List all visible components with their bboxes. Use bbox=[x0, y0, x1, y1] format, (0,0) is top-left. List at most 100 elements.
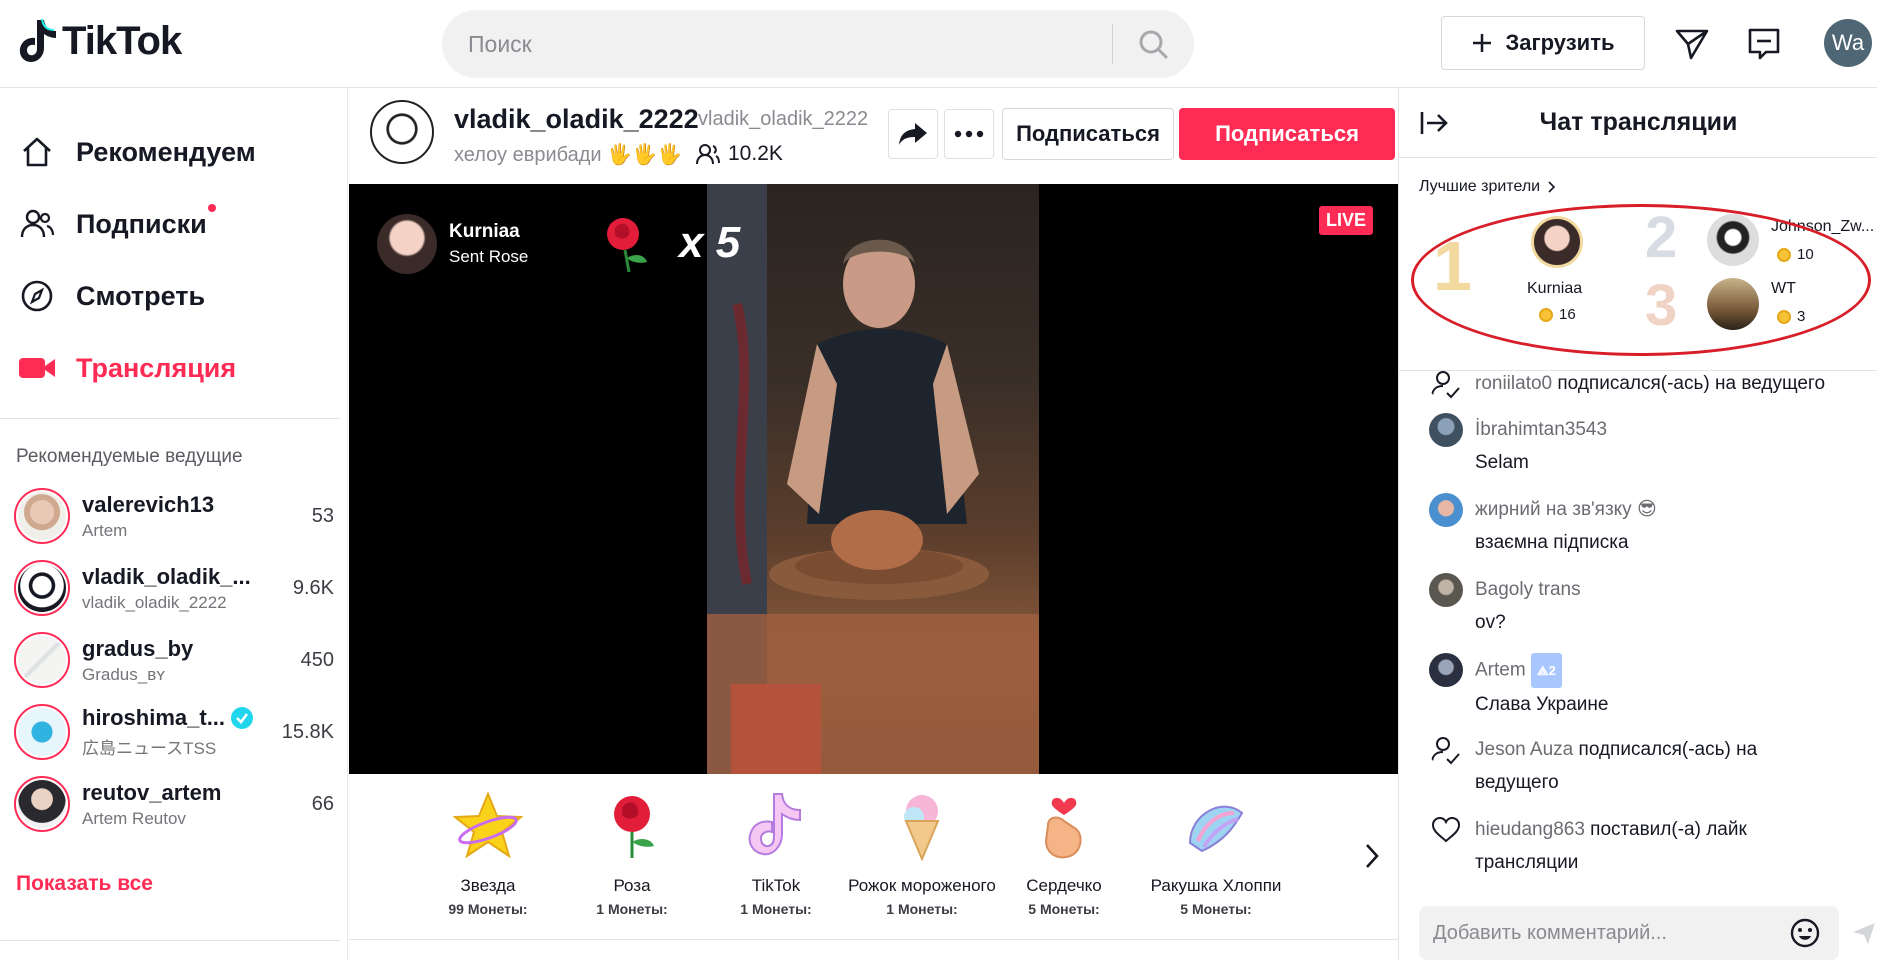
compass-icon bbox=[18, 277, 56, 315]
gift-price: 1 Монеты: bbox=[596, 901, 668, 917]
host-item[interactable]: gradus_by Gradus_ʙʏ 450 bbox=[14, 628, 334, 692]
fan-level-badge: ⟁2 bbox=[1530, 653, 1562, 688]
inbox-button[interactable] bbox=[1742, 22, 1786, 66]
gift-price: 5 Монеты: bbox=[1028, 901, 1100, 917]
live-camera-icon bbox=[18, 349, 56, 387]
chat-messages[interactable]: roniilato0 подписался(-ась) на ведущего … bbox=[1399, 371, 1877, 883]
nav-label: Рекомендуем bbox=[76, 136, 256, 167]
host-subtitle: Artem Reutov bbox=[82, 808, 186, 828]
chat-text: ov? bbox=[1475, 612, 1506, 633]
host-name: gradus_by bbox=[82, 635, 194, 661]
tiktok-logo[interactable]: TikTok bbox=[18, 18, 182, 64]
host-avatar bbox=[14, 632, 70, 688]
streamer-bio: хелоу еврибади 🖐🖐🖐 bbox=[454, 144, 682, 166]
nav-live[interactable]: Трансляция bbox=[18, 344, 236, 392]
host-name: valerevich13 bbox=[82, 491, 215, 517]
gift-item-shell[interactable]: Ракушка Хлоппи 5 Монеты: bbox=[1133, 788, 1299, 917]
chat-username[interactable]: roniilato0 bbox=[1475, 373, 1552, 394]
rank-number: 2 bbox=[1645, 205, 1678, 270]
gifts-next-button[interactable] bbox=[1357, 836, 1387, 876]
streamer-handle: vladik_oladik_2222 bbox=[698, 108, 869, 130]
search-button[interactable] bbox=[1113, 10, 1193, 78]
profile-avatar[interactable]: Wa bbox=[1824, 19, 1872, 67]
gift-price: 99 Монеты: bbox=[448, 901, 528, 917]
top-viewer-avatar[interactable] bbox=[1707, 214, 1759, 266]
chat-header: Чат трансляции bbox=[1399, 88, 1877, 158]
search-input[interactable] bbox=[442, 10, 1112, 78]
gift-name: Ракушка Хлоппи bbox=[1150, 876, 1282, 895]
nav-following[interactable]: Подписки bbox=[18, 200, 216, 248]
gift-item-star[interactable]: Звезда 99 Монеты: bbox=[413, 788, 563, 917]
host-item[interactable]: vladik_oladik_... vladik_oladik_2222 9.6K bbox=[14, 556, 334, 620]
emoji-icon[interactable] bbox=[1789, 917, 1821, 949]
top-viewers-link[interactable]: Лучшие зрители bbox=[1419, 178, 1556, 196]
top-viewer-name: WT bbox=[1771, 280, 1796, 297]
heart-outline-icon bbox=[1431, 816, 1461, 843]
gift-item-ice-cream[interactable]: Рожок мороженого 1 Монеты: bbox=[845, 788, 999, 917]
finger-heart-icon bbox=[1027, 788, 1101, 862]
chat-message: İbrahimtan3543 Selam bbox=[1429, 413, 1869, 479]
chat-username[interactable]: hieudang863 bbox=[1475, 819, 1585, 840]
chat-text-continued: трансляции bbox=[1475, 852, 1579, 873]
chat-username[interactable]: Jeson Auza bbox=[1475, 739, 1573, 760]
follow-user-icon bbox=[1431, 371, 1460, 399]
more-options-button[interactable] bbox=[944, 109, 994, 159]
gift-name: Звезда bbox=[460, 876, 516, 895]
upload-label: Загрузить bbox=[1505, 30, 1615, 55]
chat-username[interactable]: İbrahimtan3543 bbox=[1475, 419, 1607, 440]
host-viewer-count: 53 bbox=[311, 504, 334, 527]
messages-button[interactable] bbox=[1670, 22, 1714, 66]
gift-price: 1 Монеты: bbox=[740, 901, 812, 917]
host-item[interactable]: hiroshima_t... 広島ニュースTSS 15.8K bbox=[14, 700, 334, 764]
gift-panel: Звезда 99 Монеты: Роза 1 Монеты: TikTok … bbox=[349, 774, 1398, 940]
streamer-name[interactable]: vladik_oladik_2222 bbox=[454, 104, 699, 135]
live-video-player[interactable]: Kurniaa Sent Rose x 5 LIVE bbox=[349, 184, 1398, 774]
host-item[interactable]: reutov_artem Artem Reutov 66 bbox=[14, 772, 334, 836]
rose-gift-icon bbox=[597, 214, 653, 279]
chat-message: roniilato0 подписался(-ась) на ведущего bbox=[1429, 371, 1869, 400]
chat-username[interactable]: Artem bbox=[1475, 660, 1526, 681]
nav-explore[interactable]: Смотреть bbox=[18, 272, 205, 320]
chat-avatar[interactable] bbox=[1429, 413, 1463, 447]
follow-button[interactable]: Подписаться bbox=[1179, 108, 1395, 160]
nav-for-you[interactable]: Рекомендуем bbox=[18, 128, 256, 176]
gift-notification: Kurniaa Sent Rose bbox=[377, 214, 528, 274]
follow-outline-button[interactable]: Подписаться bbox=[1002, 108, 1174, 160]
share-button[interactable] bbox=[888, 109, 938, 159]
nav-label: Подписки bbox=[76, 208, 207, 239]
host-item[interactable]: valerevich13 Artem 53 bbox=[14, 484, 334, 548]
chat-username[interactable]: жирний на зв'язку 😎 bbox=[1475, 499, 1657, 520]
host-avatar bbox=[14, 704, 70, 760]
comment-input[interactable] bbox=[1419, 921, 1789, 945]
top-viewer-avatar[interactable] bbox=[1707, 278, 1759, 330]
show-all-link[interactable]: Показать все bbox=[16, 872, 153, 896]
gift-item-finger-heart[interactable]: Сердечко 5 Монеты: bbox=[989, 788, 1139, 917]
gift-sender-name: Kurniaa bbox=[449, 221, 520, 242]
home-icon bbox=[18, 133, 56, 171]
comment-box bbox=[1419, 906, 1839, 960]
chat-text: поставил(-а) лайк bbox=[1590, 819, 1747, 840]
host-name: reutov_artem bbox=[82, 779, 222, 805]
chat-avatar[interactable] bbox=[1429, 653, 1463, 687]
chat-username[interactable]: Bagoly trans bbox=[1475, 579, 1581, 600]
chat-avatar[interactable] bbox=[1429, 573, 1463, 607]
host-viewer-count: 15.8K bbox=[281, 720, 334, 743]
rank-number: 1 bbox=[1433, 227, 1472, 305]
chevron-right-icon bbox=[1366, 844, 1379, 868]
coin-icon bbox=[1777, 309, 1791, 324]
top-viewer-name: Kurniaa bbox=[1527, 280, 1583, 297]
gift-item-rose[interactable]: Роза 1 Монеты: bbox=[557, 788, 707, 917]
streamer-avatar[interactable] bbox=[370, 100, 434, 164]
ice-cream-icon bbox=[885, 788, 959, 862]
host-viewer-count: 66 bbox=[311, 792, 334, 815]
gift-name: Сердечко bbox=[1026, 876, 1102, 895]
live-chat-panel: Чат трансляции Лучшие зрители 1 Kurniaa … bbox=[1398, 88, 1877, 960]
profile-initials: Wa bbox=[1831, 30, 1865, 55]
chat-avatar[interactable] bbox=[1429, 493, 1463, 527]
top-viewer-coins: 10 bbox=[1777, 246, 1814, 263]
top-viewer-avatar[interactable] bbox=[1531, 216, 1583, 268]
send-icon[interactable] bbox=[1851, 920, 1877, 946]
share-arrow-icon bbox=[899, 123, 927, 145]
gift-item-tiktok[interactable]: TikTok 1 Монеты: bbox=[701, 788, 851, 917]
upload-button[interactable]: Загрузить bbox=[1441, 16, 1645, 70]
